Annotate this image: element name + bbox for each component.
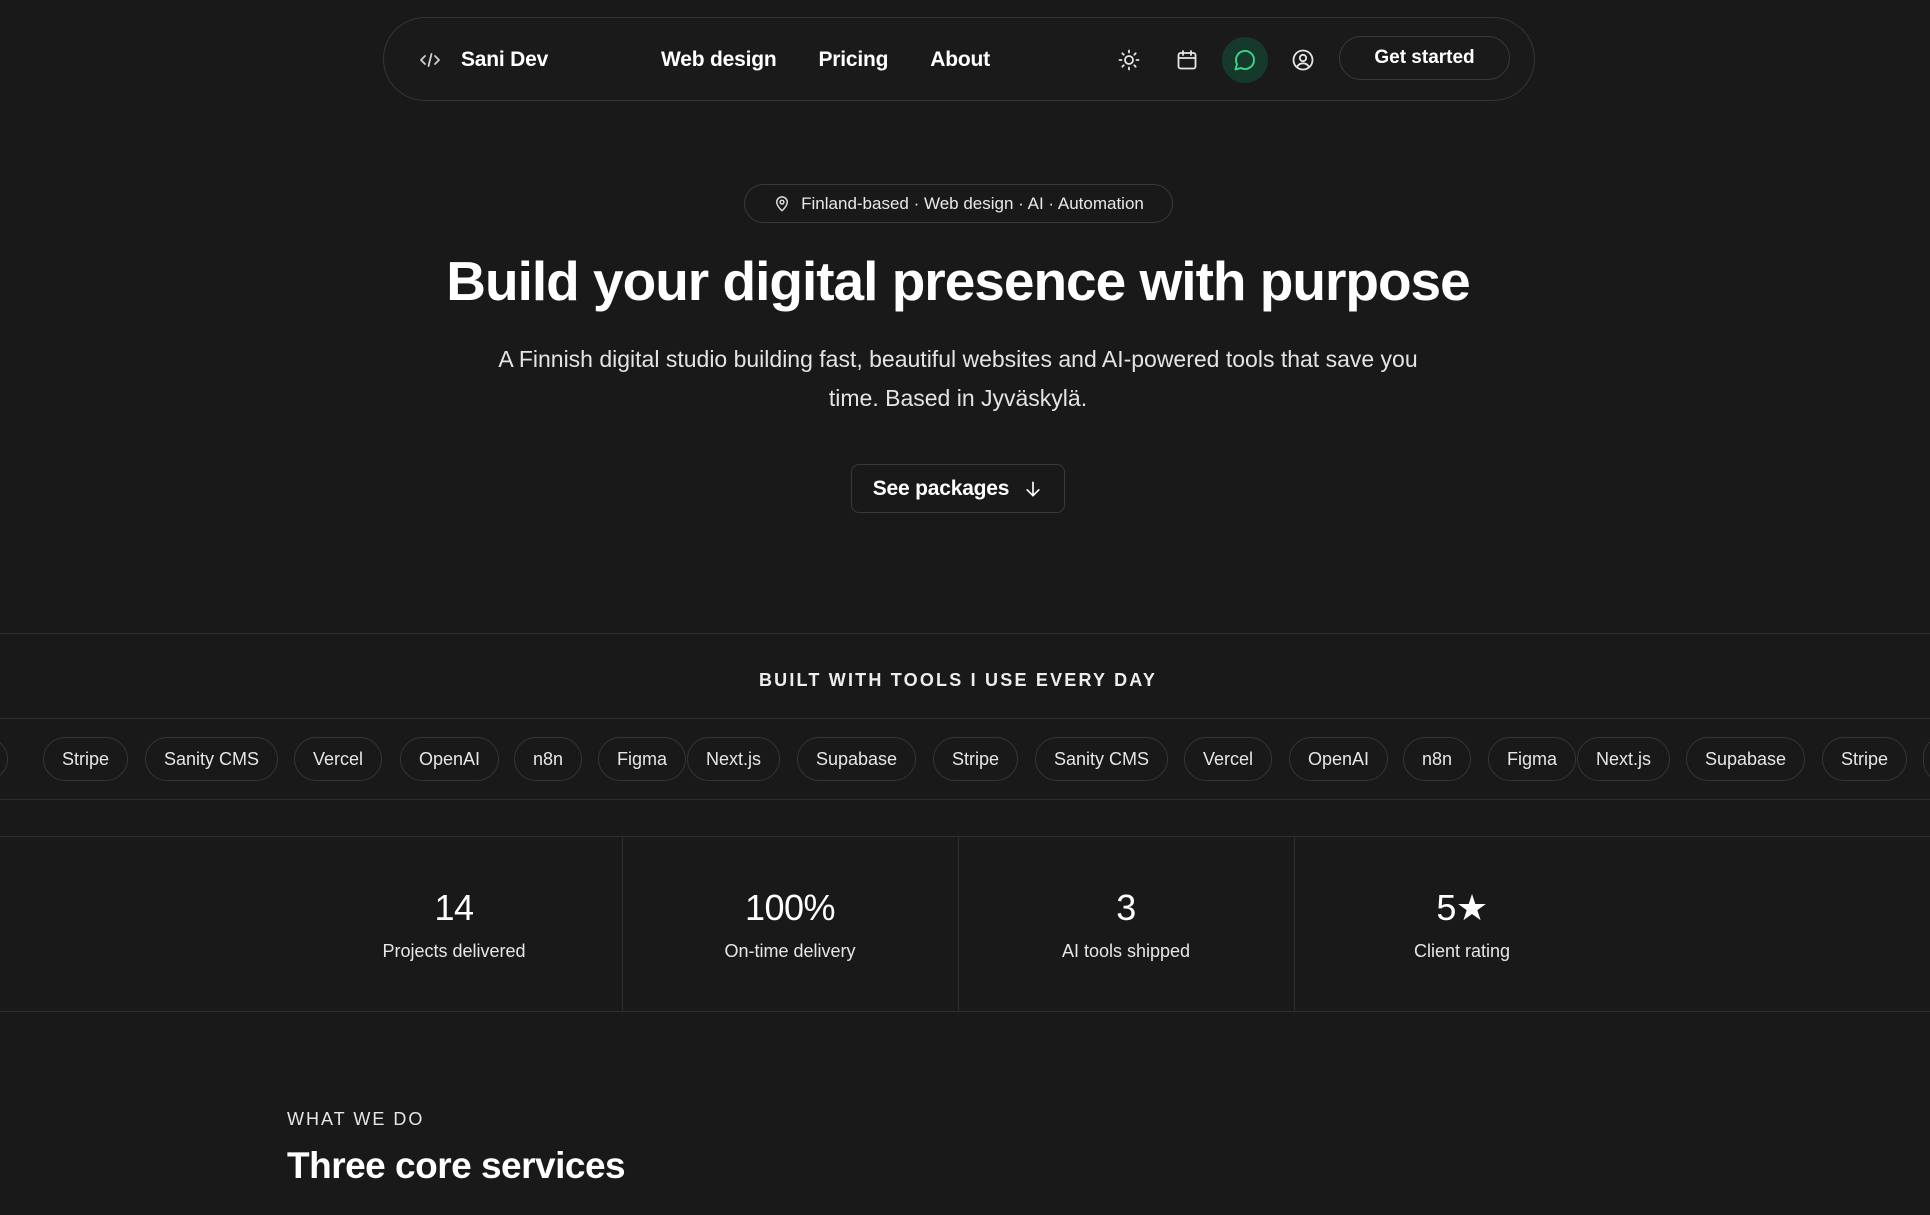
tool-chip: Sanity CMS xyxy=(1035,737,1169,781)
hero-subtitle: A Finnish digital studio building fast, … xyxy=(450,340,1466,418)
stat-value: 14 xyxy=(434,887,474,928)
tool-chip: Vercel xyxy=(1184,737,1273,781)
stat-value: 5★ xyxy=(1436,887,1488,928)
tool-chip: Stripe xyxy=(43,737,129,781)
stat-label: On-time delivery xyxy=(724,941,856,961)
stat-label: Client rating xyxy=(1413,941,1511,961)
services-title: Three core services xyxy=(287,1145,626,1186)
location-badge-text: Finland-based · Web design · AI · Automa… xyxy=(801,193,1144,213)
tool-chip: Vercel xyxy=(294,737,383,781)
stat-label: AI tools shipped xyxy=(1061,941,1191,961)
arrow-down-icon xyxy=(1026,481,1040,496)
nav-icon-group xyxy=(1106,18,1326,102)
top-navigation: Sani Dev Web design Pricing About Get st… xyxy=(383,17,1535,101)
user-circle-icon xyxy=(1292,49,1314,71)
tools-marquee: e Stripe Sanity CMS Vercel OpenAI n8n Fi… xyxy=(0,718,1930,800)
stat-label: Projects delivered xyxy=(382,941,526,961)
chat-bubble-icon xyxy=(1234,50,1255,71)
tool-chip: OpenAI xyxy=(400,737,500,781)
location-badge: Finland-based · Web design · AI · Automa… xyxy=(744,184,1173,223)
calendar-icon xyxy=(1177,50,1197,70)
calendar-button[interactable] xyxy=(1164,37,1210,83)
tool-chip: Supabase xyxy=(1686,737,1806,781)
stat-ai-tools: 3 AI tools shipped xyxy=(958,837,1294,1011)
see-packages-button[interactable]: See packages xyxy=(851,464,1065,513)
tool-chip: n8n xyxy=(514,737,583,781)
account-button[interactable] xyxy=(1280,37,1326,83)
nav-link-about[interactable]: About xyxy=(930,48,990,72)
hero-subtitle-line-2: time. Based in Jyväskylä. xyxy=(828,385,1088,411)
services-eyebrow: WHAT WE DO xyxy=(287,1109,425,1129)
tool-chip: Stripe xyxy=(1822,737,1908,781)
stat-value: 3 xyxy=(1116,887,1136,928)
nav-link-web-design[interactable]: Web design xyxy=(661,48,777,72)
tool-chip: Next.js xyxy=(687,737,781,781)
get-started-button[interactable]: Get started xyxy=(1339,36,1510,80)
hero-subtitle-line-1: A Finnish digital studio building fast, … xyxy=(498,346,1418,372)
stat-on-time: 100% On-time delivery xyxy=(622,837,958,1011)
tool-chip: e xyxy=(0,737,9,781)
tool-chip: Figma xyxy=(1488,737,1577,781)
see-packages-label: See packages xyxy=(872,476,1010,500)
tool-chip: Next.js xyxy=(1577,737,1671,781)
hero-title: Build your digital presence with purpose xyxy=(446,250,1470,312)
brand-logo-link[interactable]: Sani Dev xyxy=(418,18,548,102)
stat-projects: 14 Projects delivered xyxy=(286,837,622,1011)
theme-toggle-button[interactable] xyxy=(1106,37,1152,83)
tool-chip: Figma xyxy=(598,737,687,781)
stat-value: 100% xyxy=(744,887,836,928)
brand-name: Sani Dev xyxy=(461,48,549,71)
stat-rating: 5★ Client rating xyxy=(1294,837,1630,1011)
tool-chip xyxy=(1923,737,1930,781)
tool-chip: Supabase xyxy=(797,737,917,781)
tool-chip: Sanity CMS xyxy=(145,737,279,781)
divider xyxy=(0,633,1930,634)
code-icon xyxy=(420,53,440,67)
nav-link-pricing[interactable]: Pricing xyxy=(818,48,888,72)
tool-chip: OpenAI xyxy=(1289,737,1389,781)
tool-chip: n8n xyxy=(1403,737,1472,781)
tool-chip: Stripe xyxy=(933,737,1019,781)
divider xyxy=(0,1011,1930,1012)
sun-icon xyxy=(1118,49,1140,71)
map-pin-icon xyxy=(776,195,789,211)
chat-button[interactable] xyxy=(1222,37,1268,83)
nav-links: Web design Pricing About xyxy=(661,18,990,102)
tools-heading: BUILT WITH TOOLS I USE EVERY DAY xyxy=(758,670,1158,690)
divider xyxy=(0,799,1930,800)
